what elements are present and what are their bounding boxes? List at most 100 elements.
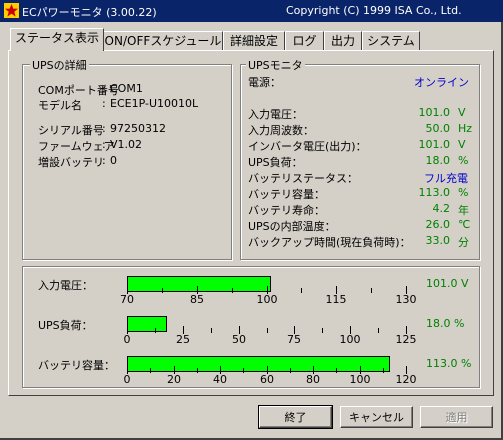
details-colon: : [102,82,106,95]
power-status-value: オンライン [414,76,469,89]
com-port-label: COMポート番号 [38,84,119,97]
extra-battery-label: 増設バッテリ [38,156,104,169]
tab-label: 出力 [330,34,355,48]
apply-button[interactable]: 適用 [420,406,493,428]
gauge-label: UPS負荷： [38,319,93,332]
firmware-value: V1.02 [110,138,143,151]
apply-button-label: 適用 [445,411,468,424]
gauge-tick-label: 80 [306,373,320,386]
monitor-value: 33.0 [425,234,451,247]
gauge-tick [301,288,302,293]
gauge-tick-label: 60 [260,373,274,386]
gauge-tick [155,328,156,333]
gauge-tick [383,368,384,373]
gauge-tick-label: 75 [287,333,301,346]
copyright-text: Copyright (C) 1999 ISA Co., Ltd. [286,4,462,17]
gauge-tick [322,328,323,333]
gauge-tick-label: 120 [395,373,417,386]
monitor-value: 50.0 [425,122,451,135]
gauge-tick-label: 70 [120,293,134,306]
gauge-tick [336,368,337,373]
tab-output[interactable]: 出力 [324,31,362,50]
gauge-tick-label: 100 [256,293,278,306]
monitor-unit: % [458,154,469,167]
tab-status[interactable]: ステータス表示 [10,28,104,51]
gauge-tick-label: 85 [190,293,204,306]
gauge-tick-label: 100 [349,373,371,386]
gauge-tick-label: 20 [167,373,181,386]
gauge-tick-label: 25 [176,333,190,346]
gauge-tick [290,368,291,373]
cancel-button[interactable]: キャンセル [340,406,413,428]
monitor-label: バックアップ時間(現在負荷時)： [248,236,411,249]
monitor-label: バッテリ寿命： [248,204,325,217]
tab-label: ステータス表示 [14,31,99,45]
tab-log[interactable]: ログ [285,31,324,50]
gauge-tick [211,328,212,333]
gauge-tick-label: 130 [395,293,417,306]
gauge-tick [150,368,151,373]
gauge-tick-label: 50 [232,333,246,346]
monitor-unit: Hz [458,122,473,135]
gauge-tick [243,368,244,373]
monitor-value: 101.0 [418,106,451,119]
gauge-bar-fill [127,276,271,292]
app-star-icon[interactable] [4,3,19,18]
tab-system[interactable]: システム [362,31,420,50]
gauge-tick-label: 100 [339,333,361,346]
com-port-value: COM1 [110,82,143,95]
gauge-bar-fill [127,356,390,372]
gauge-value: 113.0 % [426,357,472,370]
gauge-tick-label: 0 [123,373,131,386]
ups-details-title: UPSの詳細 [30,57,89,73]
gauge-bar-fill [127,316,167,332]
monitor-unit: 年 [458,204,469,217]
model-value: ECE1P-U10010L [110,97,199,110]
monitor-label: UPSの内部温度： [248,220,336,233]
monitor-label: バッテリ容量： [248,188,325,201]
gauge-tick-label: 0 [123,333,131,346]
tab-advanced-settings[interactable]: 詳細設定 [223,31,285,50]
serial-value: 97250312 [110,122,166,135]
gauge-tick [232,288,233,293]
exit-button-label: 終了 [284,411,307,424]
cancel-button-label: キャンセル [349,411,404,424]
tab-onoff-schedule[interactable]: ON/OFFスケジュール [103,31,223,50]
monitor-value: フル充電 [424,172,468,185]
monitor-label: UPS負荷： [248,156,303,169]
gauge-label: バッテリ容量： [38,359,115,372]
tab-label: 詳細設定 [229,34,278,48]
monitor-label: 入力周波数： [248,124,314,137]
monitor-value: 26.0 [425,218,451,231]
power-label: 電源： [248,76,281,89]
monitor-value: 18.0 [425,154,451,167]
gauge-tick [267,328,268,333]
monitor-unit: 分 [458,236,469,249]
monitor-label: インバータ電圧(出力)： [248,140,367,153]
monitor-value: 113.0 [418,186,451,199]
tab-label: ログ [292,34,317,48]
ups-monitor-title: UPSモニタ [246,57,305,73]
gauge-tick [162,288,163,293]
monitor-label: 入力電圧： [248,108,303,121]
title-bar[interactable]: ECパワーモニタ (3.00.22) Copyright (C) 1999 IS… [0,0,503,22]
model-label: モデル名 [38,99,82,112]
gauge-tick-label: 40 [213,373,227,386]
details-colon: : [102,138,106,151]
tab-label: ON/OFFスケジュール [104,34,222,48]
gauge-tick [371,288,372,293]
gauge-tick [378,328,379,333]
monitor-label: バッテリステータス： [248,172,358,185]
monitor-unit: ℃ [458,218,471,231]
details-colon: : [102,122,106,135]
window-title: ECパワーモニタ (3.00.22) [22,6,157,19]
exit-button[interactable]: 終了 [258,405,333,429]
gauge-tick [197,368,198,373]
serial-label: シリアル番号 [38,124,104,137]
extra-battery-value: 0 [110,154,117,167]
monitor-value: 101.0 [418,138,451,151]
tab-label: システム [367,34,415,48]
monitor-unit: % [458,186,469,199]
gauge-value: 101.0 V [426,277,469,290]
gauge-label: 入力電圧： [38,279,93,292]
